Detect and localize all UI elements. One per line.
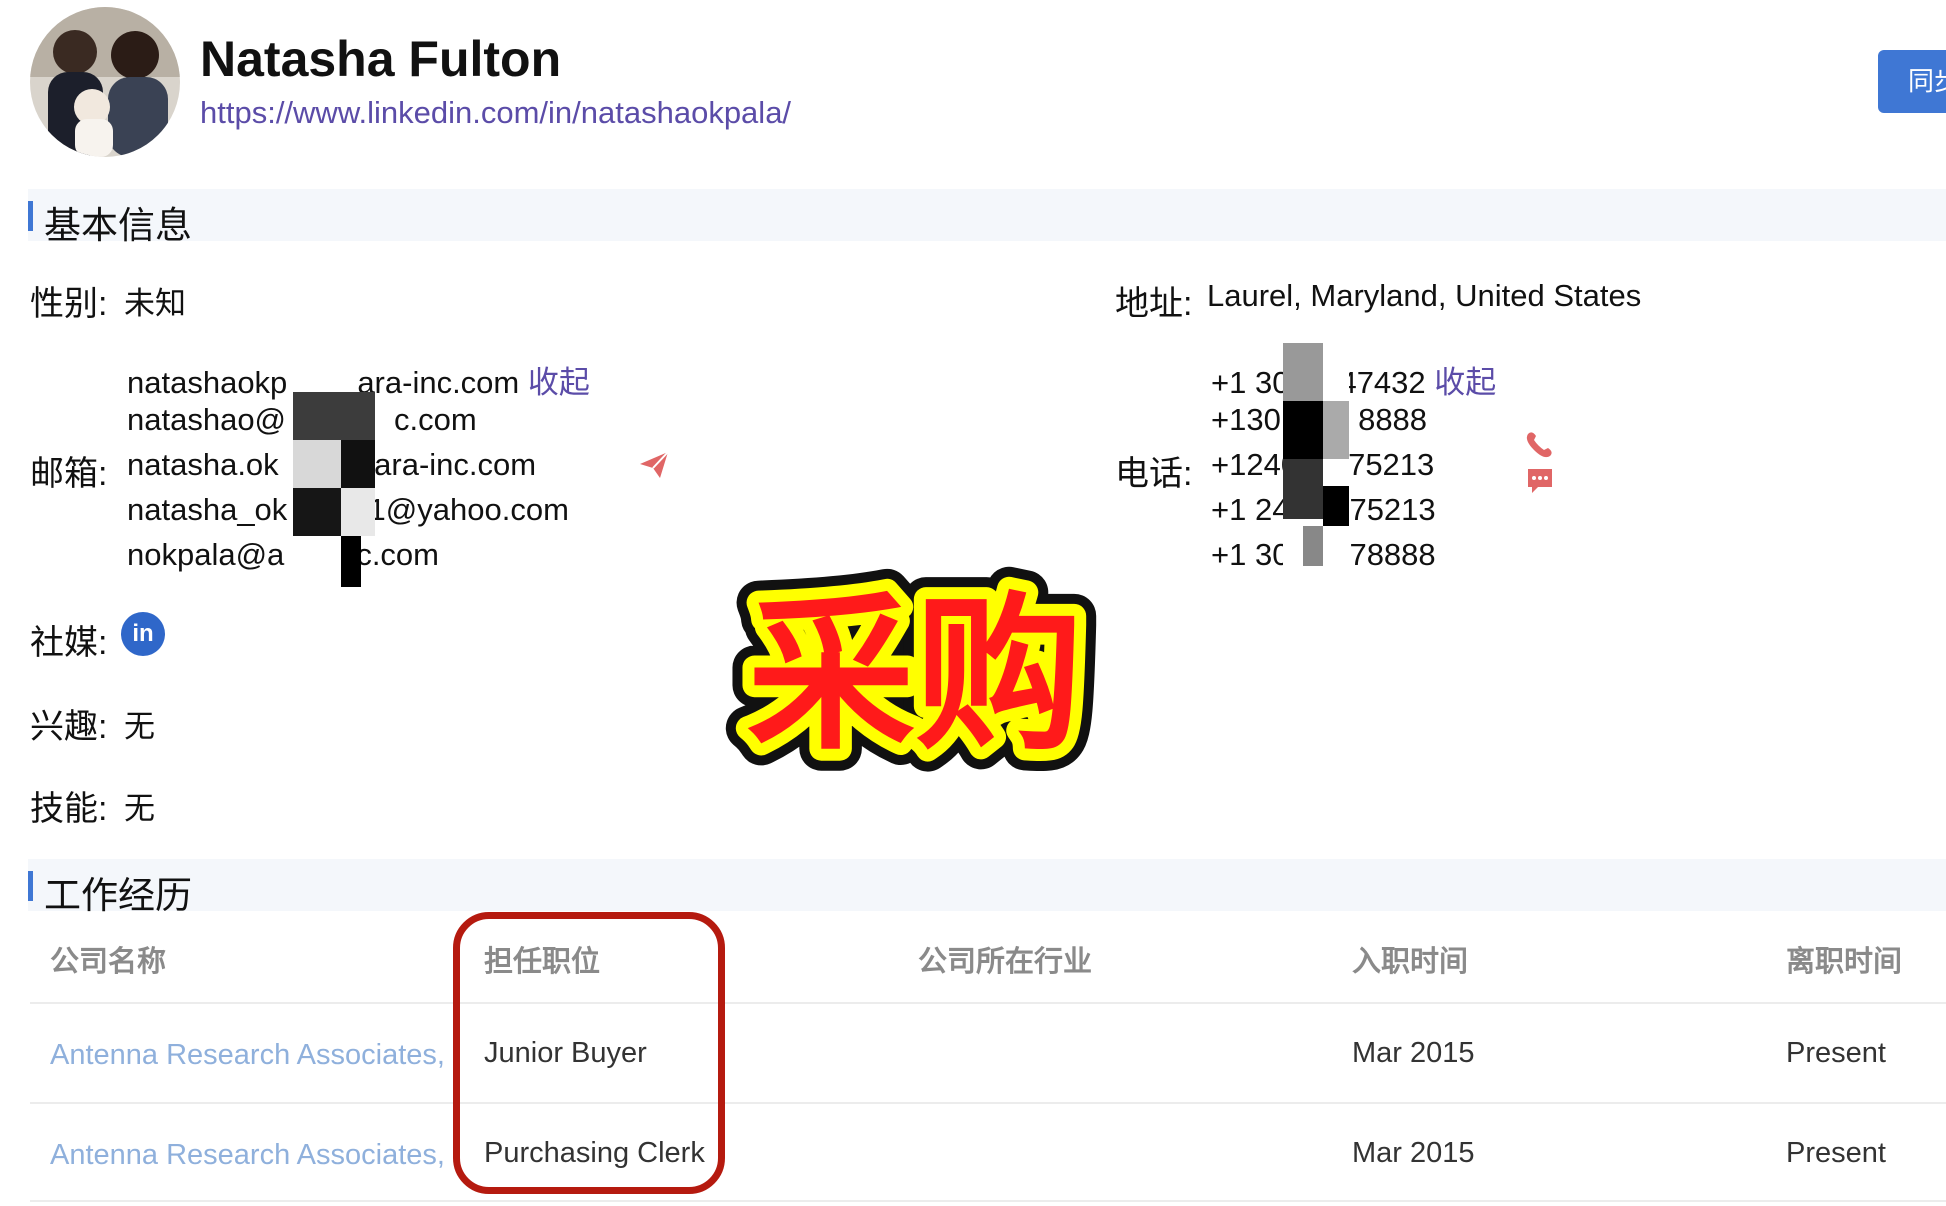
table-row: Antenna Research Associates, Junior Buye… [0, 1004, 1946, 1102]
gender-label: 性别: [30, 285, 108, 323]
end-date-cell: Present [1786, 1137, 1886, 1169]
phone-call-icon[interactable] [1524, 430, 1554, 465]
column-header-start[interactable]: 入职时间 [1352, 938, 1468, 980]
section-work-history: 工作经历 [28, 859, 1946, 916]
svg-text:采购: 采购 [747, 577, 1083, 773]
email-label: 邮箱: [30, 455, 108, 493]
start-date-cell: Mar 2015 [1352, 1037, 1475, 1069]
column-header-end[interactable]: 离职时间 [1786, 938, 1902, 980]
purchasing-sticker-overlay: 采购 采购 采购 [720, 555, 1110, 795]
social-label: 社媒: [30, 624, 108, 662]
section-accent-bar [28, 201, 33, 231]
phone-item[interactable]: +1 30 47432 收起 [1211, 357, 1496, 402]
section-title: 基本信息 [44, 205, 192, 246]
section-title: 工作经历 [44, 875, 192, 916]
gender-value: 未知 [124, 286, 186, 321]
profile-url-link[interactable]: https://www.linkedin.com/in/natashaokpal… [200, 95, 791, 131]
section-accent-bar [28, 871, 33, 901]
pixelated-redaction [1283, 343, 1349, 586]
table-divider [30, 1200, 1946, 1202]
linkedin-icon[interactable]: in [121, 612, 165, 656]
end-date-cell: Present [1786, 1037, 1886, 1069]
sync-button[interactable]: 同步 [1878, 50, 1946, 113]
sms-icon[interactable] [1526, 467, 1554, 500]
company-link[interactable]: Antenna Research Associates, [50, 1039, 450, 1072]
phone-collapse-link[interactable]: 收起 [1434, 365, 1496, 400]
avatar [30, 7, 180, 157]
column-header-company[interactable]: 公司名称 [50, 938, 166, 980]
profile-name: Natasha Fulton [200, 31, 562, 87]
company-link[interactable]: Antenna Research Associates, [50, 1139, 450, 1172]
interests-label: 兴趣: [30, 708, 108, 746]
section-basic-info: 基本信息 [28, 189, 1946, 246]
address-value: Laurel, Maryland, United States [1207, 278, 1642, 313]
column-header-industry[interactable]: 公司所在行业 [918, 938, 1092, 980]
send-email-icon[interactable] [638, 450, 670, 485]
phone-label: 电话: [1115, 455, 1193, 493]
table-row: Antenna Research Associates, Purchasing … [0, 1104, 1946, 1202]
highlight-annotation [453, 912, 725, 1194]
skills-label: 技能: [30, 790, 108, 828]
email-collapse-link[interactable]: 收起 [528, 365, 590, 400]
interests-value: 无 [124, 709, 155, 744]
start-date-cell: Mar 2015 [1352, 1137, 1475, 1169]
skills-value: 无 [124, 791, 155, 826]
email-item[interactable]: nokpala@a c.com [127, 537, 439, 573]
pixelated-redaction [293, 392, 375, 587]
address-label: 地址: [1115, 285, 1193, 323]
